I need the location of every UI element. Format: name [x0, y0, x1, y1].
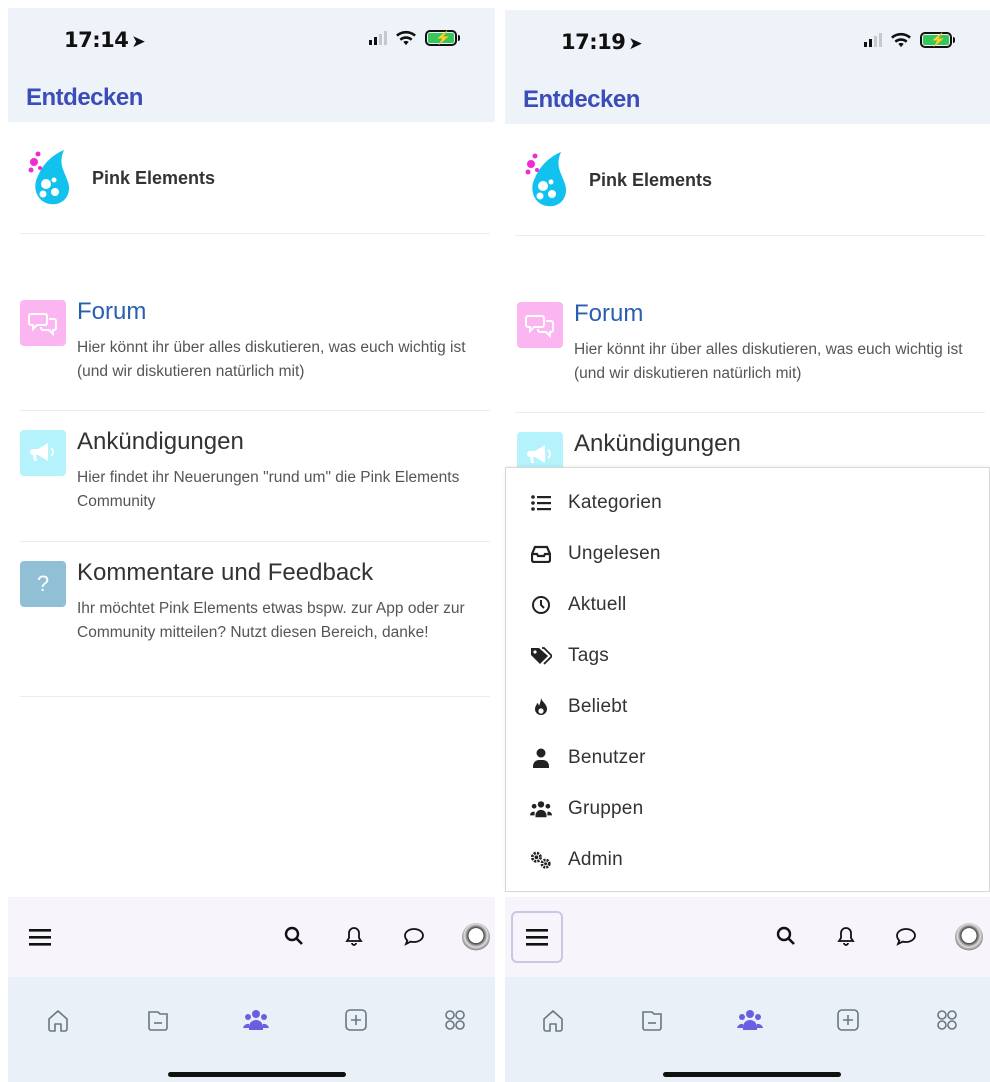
status-time: 17:14 ➤	[64, 28, 146, 52]
tab-bar	[505, 977, 990, 1082]
home-icon[interactable]	[43, 1005, 73, 1035]
avatar[interactable]	[955, 923, 983, 951]
apps-grid-icon[interactable]	[440, 1005, 470, 1035]
tags-icon	[530, 645, 552, 667]
page-title: Entdecken	[26, 84, 143, 111]
header-bar: Entdecken	[505, 74, 990, 124]
battery-charging-icon: ⚡	[425, 30, 460, 46]
community-icon[interactable]	[735, 1005, 765, 1035]
community-brand[interactable]: Pink Elements	[525, 150, 712, 210]
list-icon	[530, 492, 552, 514]
pink-elements-logo	[28, 150, 70, 205]
category-description: Hier findet ihr Neuerungen "rund um" die…	[77, 469, 460, 510]
search-icon[interactable]	[281, 923, 307, 949]
apps-grid-icon[interactable]	[932, 1005, 962, 1035]
divider	[20, 541, 490, 542]
wifi-icon	[891, 32, 911, 48]
menu-item-label: Kategorien	[568, 492, 662, 513]
chat-icon[interactable]	[893, 923, 919, 949]
phone-screen-right: 17:19 ➤ ⚡ Entdecken Pink Elements Forum H…	[495, 0, 990, 1082]
plus-square-icon[interactable]	[341, 1005, 371, 1035]
menu-item-label: Aktuell	[568, 594, 627, 615]
status-bar: 17:14 ➤ ⚡	[8, 8, 495, 72]
megaphone-icon	[20, 430, 66, 476]
menu-item-label: Beliebt	[568, 696, 628, 717]
question-icon: ?	[20, 561, 66, 607]
hamburger-menu-button[interactable]	[511, 911, 563, 963]
divider	[20, 233, 490, 234]
fire-icon	[530, 696, 552, 718]
category-title[interactable]: Kommentare und Feedback	[77, 559, 373, 587]
menu-item-beliebt[interactable]: Beliebt	[530, 692, 628, 722]
battery-charging-icon: ⚡	[920, 32, 955, 48]
community-brand[interactable]: Pink Elements	[28, 148, 215, 208]
divider	[515, 235, 985, 236]
app-toolbar	[505, 897, 990, 977]
community-icon[interactable]	[241, 1005, 271, 1035]
community-name: Pink Elements	[589, 169, 713, 190]
search-icon[interactable]	[773, 923, 799, 949]
page-title: Entdecken	[523, 86, 640, 113]
home-indicator[interactable]	[663, 1072, 841, 1077]
category-title[interactable]: Ankündigungen	[574, 430, 741, 458]
tab-bar	[8, 977, 495, 1082]
menu-item-label: Admin	[568, 849, 623, 870]
menu-item-label: Benutzer	[568, 747, 646, 768]
phone-screen-left: 17:14 ➤ ⚡ Entdecken Pink Elements Forum H…	[0, 0, 495, 1082]
menu-item-aktuell[interactable]: Aktuell	[530, 590, 626, 620]
hamburger-menu-button[interactable]	[24, 921, 56, 953]
hamburger-icon	[29, 929, 51, 946]
app-toolbar	[8, 897, 495, 977]
location-arrow-icon: ➤	[628, 34, 643, 54]
cellular-signal-icon	[369, 31, 387, 45]
bell-icon[interactable]	[341, 923, 367, 949]
community-name: Pink Elements	[92, 167, 216, 188]
divider	[20, 410, 490, 411]
avatar[interactable]	[462, 923, 490, 951]
home-indicator[interactable]	[168, 1072, 346, 1077]
divider	[20, 696, 490, 697]
inbox-icon	[530, 543, 552, 565]
divider	[515, 412, 985, 413]
tray-icon[interactable]	[143, 1005, 173, 1035]
menu-item-label: Tags	[568, 645, 609, 666]
category-title[interactable]: Forum	[77, 298, 146, 326]
hamburger-icon	[526, 929, 548, 946]
chat-bubbles-icon	[517, 302, 563, 348]
menu-item-gruppen[interactable]: Gruppen	[530, 794, 643, 824]
category-title[interactable]: Ankündigungen	[77, 428, 244, 456]
location-arrow-icon: ➤	[131, 32, 146, 52]
category-description: Hier könnt ihr über alles diskutieren, w…	[77, 339, 466, 380]
chat-icon[interactable]	[401, 923, 427, 949]
bell-icon[interactable]	[833, 923, 859, 949]
menu-item-tags[interactable]: Tags	[530, 641, 609, 671]
tray-icon[interactable]	[637, 1005, 667, 1035]
wifi-icon	[396, 30, 416, 46]
menu-item-label: Gruppen	[568, 798, 644, 819]
category-description: Hier könnt ihr über alles diskutieren, w…	[574, 341, 963, 382]
cogs-icon	[530, 849, 552, 871]
plus-square-icon[interactable]	[833, 1005, 863, 1035]
user-icon	[530, 747, 552, 769]
menu-item-benutzer[interactable]: Benutzer	[530, 743, 646, 773]
users-icon	[530, 798, 552, 820]
pink-elements-logo	[525, 152, 567, 207]
menu-item-kategorien[interactable]: Kategorien	[530, 488, 662, 518]
menu-item-admin[interactable]: Admin	[530, 845, 623, 875]
navigation-dropdown-menu: Kategorien Ungelesen Aktuell Tags Belieb…	[505, 467, 990, 892]
chat-bubbles-icon	[20, 300, 66, 346]
category-description: Ihr möchtet Pink Elements etwas bspw. zu…	[77, 600, 465, 641]
menu-item-label: Ungelesen	[568, 543, 661, 564]
menu-item-ungelesen[interactable]: Ungelesen	[530, 539, 661, 569]
clock-icon	[530, 594, 552, 616]
cellular-signal-icon	[864, 33, 882, 47]
status-bar: 17:19 ➤ ⚡	[505, 10, 990, 74]
home-icon[interactable]	[538, 1005, 568, 1035]
status-time: 17:19 ➤	[561, 30, 643, 54]
category-title[interactable]: Forum	[574, 300, 643, 328]
header-bar: Entdecken	[8, 72, 495, 122]
